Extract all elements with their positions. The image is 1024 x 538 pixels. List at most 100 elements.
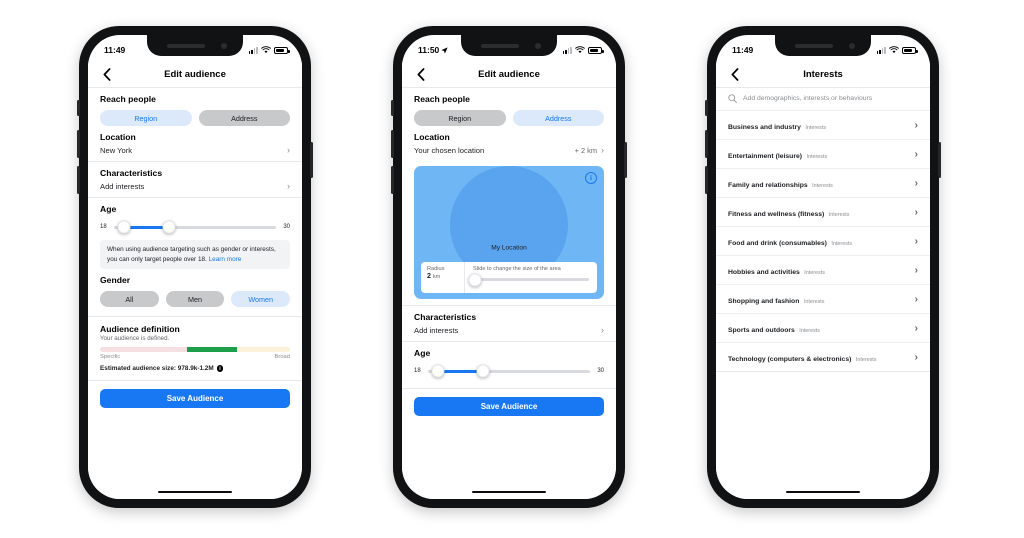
list-item[interactable]: Family and relationships Interests › (716, 168, 930, 197)
learn-more-link[interactable]: Learn more (209, 256, 242, 263)
radius-slider[interactable] (468, 273, 589, 286)
list-item[interactable]: Shopping and fashion Interests › (716, 284, 930, 313)
age-title: Age (100, 204, 117, 214)
silent-switch[interactable] (391, 100, 394, 116)
interest-text: Shopping and fashion Interests (728, 290, 825, 308)
home-indicator[interactable] (88, 485, 302, 499)
location-map[interactable]: My Location i Radius 2 km Slide to chang… (414, 166, 604, 299)
location-row[interactable]: New York › (100, 142, 290, 161)
radius-value-row: 2 km (427, 273, 464, 280)
reach-option-region[interactable]: Region (414, 110, 506, 126)
radius-slider-hint: Slide to change the size of the area (473, 266, 561, 272)
reach-option-address[interactable]: Address (198, 110, 290, 126)
volume-up-button[interactable] (705, 130, 708, 158)
notice-text: When using audience targeting such as ge… (107, 246, 276, 263)
silent-switch[interactable] (705, 100, 708, 116)
gender-option-all[interactable]: All (100, 291, 159, 308)
interest-category: Interests (828, 212, 850, 218)
volume-up-button[interactable] (391, 130, 394, 158)
slider-track[interactable] (428, 364, 590, 378)
location-right: + 2 km › (574, 145, 604, 156)
slider-knob-min[interactable] (431, 364, 445, 378)
interest-text: Fitness and wellness (fitness) Interests (728, 203, 849, 221)
slider-knob-max[interactable] (162, 220, 176, 234)
gender-option-men[interactable]: Men (165, 291, 225, 308)
slider-track[interactable] (114, 220, 276, 234)
interest-category: Interests (855, 357, 877, 363)
power-button[interactable] (938, 142, 941, 178)
gender-segmented-control: All Men Women (100, 291, 291, 308)
home-indicator[interactable] (716, 485, 930, 499)
scale-segment-broad (236, 347, 290, 353)
location-row[interactable]: Your chosen location + 2 km › (414, 142, 604, 161)
interest-name: Business and industry (728, 124, 801, 131)
back-button[interactable] (100, 67, 114, 81)
slider-knob[interactable] (468, 273, 482, 286)
back-button[interactable] (728, 67, 742, 81)
save-bar: Save Audience (402, 388, 616, 416)
info-icon[interactable]: i (585, 172, 597, 184)
chevron-left-icon (731, 67, 739, 81)
slider-knob-min[interactable] (117, 220, 131, 234)
scale-segment-defined (187, 347, 237, 353)
chevron-left-icon (103, 67, 111, 81)
status-time: 11:49 (104, 45, 126, 55)
cellular-signal-icon (562, 46, 572, 54)
characteristics-section: Characteristics Add interests › (402, 306, 616, 341)
location-distance: + 2 km (574, 146, 597, 155)
list-item[interactable]: Sports and outdoors Interests › (716, 313, 930, 342)
info-icon[interactable]: i (216, 365, 224, 372)
page-title: Edit audience (478, 68, 540, 80)
list-item[interactable]: Food and drink (consumables) Interests › (716, 226, 930, 255)
age-range-slider[interactable]: 18 30 (414, 363, 604, 379)
add-interests-label: Add interests (100, 182, 145, 191)
list-item[interactable]: Business and industry Interests › (716, 110, 930, 139)
add-interests-row[interactable]: Add interests › (414, 322, 604, 341)
search-icon (728, 94, 737, 103)
reach-people-segmented-control: Region Address (100, 110, 290, 126)
status-right (562, 46, 604, 54)
interest-category: Interests (812, 183, 833, 189)
characteristics-title: Characteristics (414, 312, 477, 322)
power-button[interactable] (310, 142, 313, 178)
search-input[interactable]: Add demographics, interests or behaviour… (743, 95, 872, 102)
list-item[interactable]: Technology (computers & electronics) Int… (716, 342, 930, 371)
slider-track[interactable] (468, 273, 589, 286)
list-item[interactable]: Hobbies and activities Interests › (716, 255, 930, 284)
add-interests-row[interactable]: Add interests › (100, 178, 290, 197)
save-audience-button[interactable]: Save Audience (414, 397, 604, 416)
power-button[interactable] (624, 142, 627, 178)
age-range-slider[interactable]: 18 30 (100, 219, 290, 235)
estimate-text: Estimated audience size: 978.9k-1.2M (100, 365, 214, 373)
gender-option-women[interactable]: Women (231, 291, 291, 308)
volume-down-button[interactable] (77, 166, 80, 194)
back-button[interactable] (414, 67, 428, 81)
audience-definition-title: Audience definition (100, 324, 180, 335)
interest-name: Food and drink (consumables) (728, 240, 827, 247)
volume-down-button[interactable] (705, 166, 708, 194)
interest-text: Sports and outdoors Interests (728, 319, 820, 337)
interest-name: Fitness and wellness (fitness) (728, 211, 825, 218)
chevron-right-icon: › (601, 145, 604, 155)
silent-switch[interactable] (77, 100, 80, 116)
location-arrow-icon (441, 46, 448, 54)
earpiece-speaker (167, 44, 205, 48)
slider-knob-max[interactable] (476, 364, 490, 378)
volume-up-button[interactable] (77, 130, 80, 158)
home-indicator[interactable] (402, 485, 616, 499)
chevron-right-icon: › (914, 206, 918, 218)
earpiece-speaker (481, 44, 519, 48)
list-item[interactable]: Fitness and wellness (fitness) Interests… (716, 197, 930, 226)
reach-option-region[interactable]: Region (100, 110, 192, 126)
reach-people-section: Reach people Region Address (88, 88, 302, 126)
radius-value-group: Radius 2 km (421, 262, 465, 293)
reach-option-address[interactable]: Address (512, 110, 604, 126)
volume-down-button[interactable] (391, 166, 394, 194)
location-title: Location (100, 132, 136, 142)
audience-definition-subtitle: Your audience is defined. (100, 335, 170, 343)
chevron-right-icon: › (287, 181, 290, 191)
list-item[interactable]: Entertainment (leisure) Interests › (716, 139, 930, 168)
search-bar[interactable]: Add demographics, interests or behaviour… (716, 88, 930, 110)
save-audience-button[interactable]: Save Audience (100, 389, 290, 409)
characteristics-section: Characteristics Add interests › (88, 162, 302, 197)
